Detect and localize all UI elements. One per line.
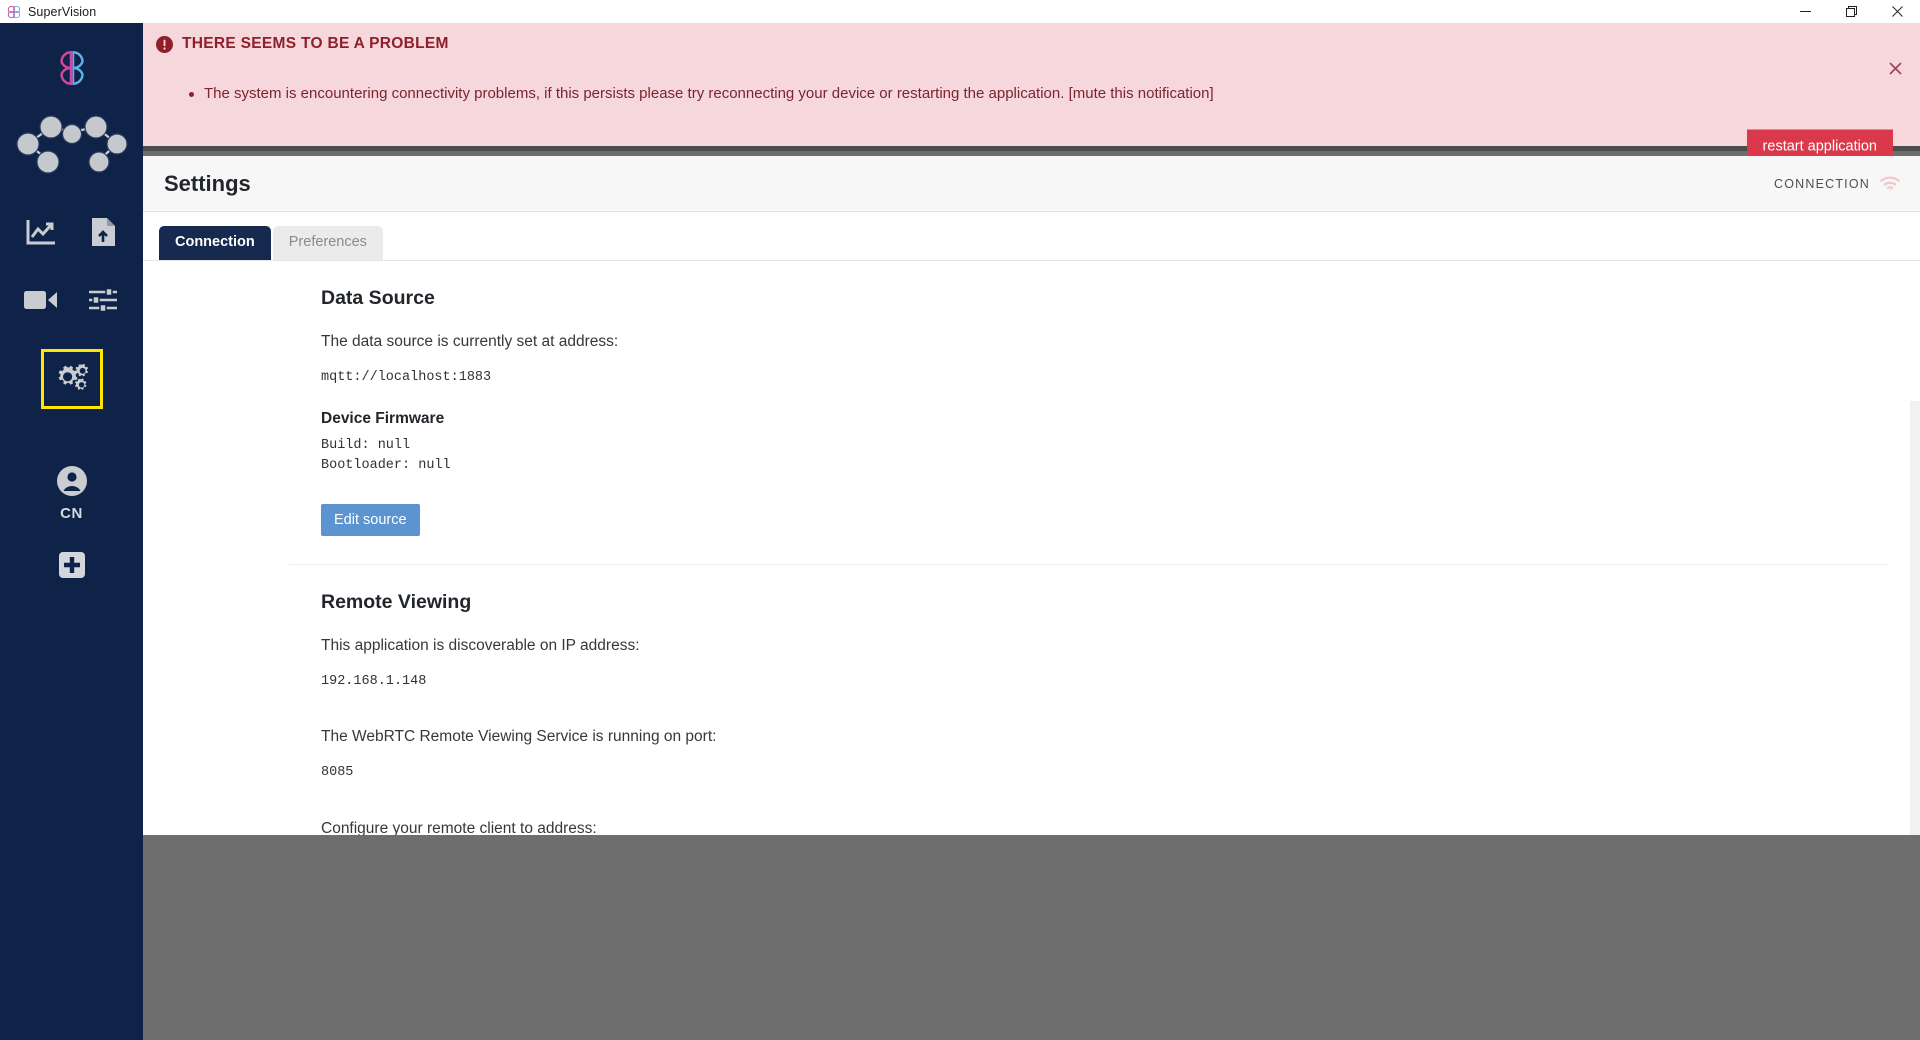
exclamation-circle-icon bbox=[156, 35, 173, 53]
avatar-initials: CN bbox=[60, 505, 83, 522]
user-circle-icon bbox=[56, 465, 88, 502]
remote-viewing-heading: Remote Viewing bbox=[321, 590, 472, 613]
data-source-description: The data source is currently set at addr… bbox=[321, 332, 619, 350]
window-title: SuperVision bbox=[28, 4, 97, 19]
tab-bar: Connection Preferences bbox=[143, 212, 1920, 260]
data-source-heading: Data Source bbox=[321, 286, 435, 309]
title-bar: SuperVision bbox=[0, 0, 1920, 23]
tab-connection[interactable]: Connection bbox=[159, 226, 271, 260]
sidebar-item-adjustments[interactable] bbox=[83, 283, 123, 317]
edit-source-button[interactable]: Edit source bbox=[321, 503, 420, 536]
sidebar-item-settings[interactable] bbox=[40, 349, 103, 409]
add-button[interactable] bbox=[58, 552, 85, 583]
chart-line-icon bbox=[25, 218, 57, 246]
list-item: The system is encountering connectivity … bbox=[189, 83, 1214, 105]
title-bar-left: SuperVision bbox=[0, 5, 96, 19]
sidebar-icon-grid bbox=[10, 215, 134, 317]
page-header: Settings CONNECTION bbox=[143, 156, 1920, 212]
maximize-icon[interactable] bbox=[1828, 0, 1874, 23]
brain-logo-icon bbox=[51, 23, 93, 94]
sidebar-item-video[interactable] bbox=[21, 283, 61, 317]
data-source-address: mqtt://localhost:1883 bbox=[321, 369, 492, 385]
wifi-icon bbox=[1879, 175, 1901, 192]
alert-banner: THERE SEEMS TO BE A PROBLEM The system i… bbox=[143, 23, 1920, 164]
firmware-build: Build: null bbox=[321, 437, 411, 453]
ip-description: This application is discoverable on IP a… bbox=[321, 636, 640, 654]
connection-status-label: CONNECTION bbox=[1773, 176, 1870, 191]
ip-value: 192.168.1.148 bbox=[321, 673, 427, 689]
application-window: SuperVision CN THERE SEEMS TO BE A PROBL… bbox=[0, 0, 1920, 1040]
port-value: 8085 bbox=[321, 765, 354, 781]
connection-status: CONNECTION bbox=[1774, 175, 1901, 192]
device-firmware-heading: Device Firmware bbox=[321, 409, 445, 427]
sidebar-item-upload[interactable] bbox=[83, 215, 123, 249]
gears-icon bbox=[53, 361, 91, 398]
plus-square-icon bbox=[58, 552, 85, 582]
sliders-icon bbox=[88, 287, 118, 313]
minimize-icon[interactable] bbox=[1782, 0, 1828, 23]
close-icon[interactable] bbox=[1874, 0, 1920, 23]
bullet-icon bbox=[189, 92, 194, 97]
port-description: The WebRTC Remote Viewing Service is run… bbox=[321, 728, 717, 746]
node-graph-icon bbox=[10, 94, 134, 179]
sidebar: CN bbox=[0, 23, 143, 1040]
alert-message[interactable]: The system is encountering connectivity … bbox=[204, 83, 1214, 105]
sidebar-item-analytics[interactable] bbox=[21, 215, 61, 249]
alert-close-icon[interactable] bbox=[1884, 57, 1906, 79]
firmware-bootloader: Bootloader: null bbox=[321, 458, 451, 474]
alert-message-list: The system is encountering connectivity … bbox=[189, 83, 1214, 105]
main-region: THERE SEEMS TO BE A PROBLEM The system i… bbox=[143, 23, 1920, 1040]
window-controls bbox=[1782, 0, 1920, 23]
page-title: Settings bbox=[164, 170, 251, 196]
file-upload-icon bbox=[90, 217, 116, 247]
alert-header: THERE SEEMS TO BE A PROBLEM bbox=[156, 35, 449, 53]
bottom-strip bbox=[143, 835, 1920, 1040]
section-divider bbox=[289, 563, 1888, 565]
video-camera-icon bbox=[23, 289, 58, 311]
brain-logo-icon bbox=[7, 5, 21, 19]
tab-preferences[interactable]: Preferences bbox=[272, 226, 383, 260]
user-profile[interactable]: CN bbox=[56, 465, 88, 522]
alert-title: THERE SEEMS TO BE A PROBLEM bbox=[182, 35, 449, 52]
